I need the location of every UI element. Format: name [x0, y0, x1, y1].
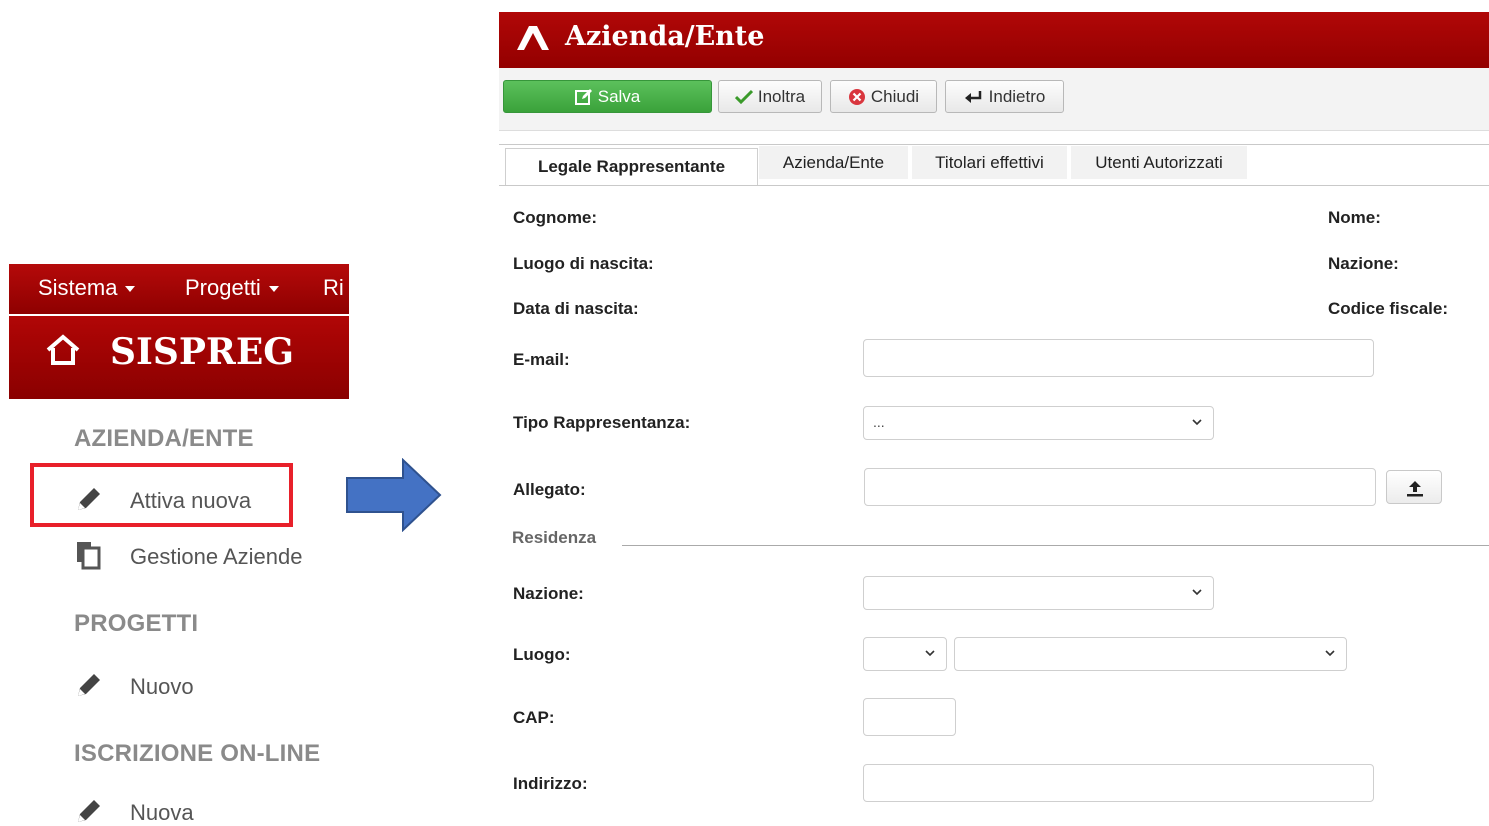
caret-down-icon — [125, 286, 136, 293]
forward-button[interactable]: Inoltra — [718, 80, 822, 113]
allegato-field[interactable] — [864, 468, 1376, 506]
close-label: Chiudi — [870, 86, 920, 106]
form-title: Azienda/Ente — [565, 21, 765, 52]
check-icon — [734, 89, 753, 104]
menu-progetti[interactable]: Progetti — [185, 275, 279, 301]
chevron-down-icon — [1192, 589, 1202, 596]
highlight-box — [30, 463, 293, 527]
label-email: E-mail: — [513, 350, 570, 369]
nav-nuova-label: Nuova — [130, 800, 194, 825]
tipo-rappresentanza-select[interactable]: ... — [863, 406, 1214, 440]
pencil-icon — [78, 800, 100, 822]
back-arrow-icon — [964, 90, 981, 103]
save-button[interactable]: Salva — [503, 80, 712, 113]
label-cognome: Cognome: — [513, 208, 598, 227]
nav-nuovo-label: Nuovo — [130, 674, 194, 699]
upload-icon — [1407, 481, 1423, 497]
section-progetti: PROGETTI — [74, 610, 199, 637]
caret-down-icon — [268, 286, 279, 293]
menu-progetti-label: Progetti — [185, 275, 261, 300]
label-nazione: Nazione: — [513, 584, 584, 603]
back-button[interactable]: Indietro — [945, 80, 1064, 113]
menu-truncated[interactable]: Ri — [323, 275, 344, 301]
back-label: Indietro — [988, 86, 1046, 106]
pencil-icon — [78, 674, 100, 696]
tipo-rappresentanza-value: ... — [873, 414, 885, 430]
menu-sistema[interactable]: Sistema — [38, 275, 136, 301]
nav-gestione-aziende-label: Gestione Aziende — [130, 544, 303, 569]
chevron-down-icon — [1192, 419, 1202, 426]
label-luogo-nascita: Luogo di nascita: — [513, 254, 654, 273]
close-button[interactable]: Chiudi — [830, 80, 937, 113]
label-tipo-rappresentanza: Tipo Rappresentanza: — [513, 413, 691, 432]
comune-select[interactable] — [954, 637, 1347, 671]
upload-button[interactable] — [1386, 470, 1442, 504]
forward-label: Inoltra — [757, 86, 806, 106]
section-azienda-ente: AZIENDA/ENTE — [74, 425, 254, 452]
divider — [622, 545, 1489, 546]
label-data-nascita: Data di nascita: — [513, 299, 639, 318]
top-navbar: Sistema Progetti Ri — [9, 264, 349, 314]
tab-legale-rappresentante[interactable]: Legale Rappresentante — [505, 148, 758, 185]
section-iscrizione-online: ISCRIZIONE ON-LINE — [74, 740, 321, 767]
label-allegato: Allegato: — [513, 480, 586, 499]
provincia-select[interactable] — [863, 637, 947, 671]
nazione-select[interactable] — [863, 576, 1214, 610]
chevron-down-icon — [1325, 650, 1335, 657]
section-residenza: Residenza — [512, 528, 597, 547]
arrow-right-icon — [346, 458, 442, 532]
form-header: Azienda/Ente — [499, 12, 1489, 68]
cap-field[interactable] — [863, 698, 956, 736]
label-indirizzo: Indirizzo: — [513, 774, 588, 793]
indirizzo-field[interactable] — [863, 764, 1374, 802]
logo-icon — [517, 26, 549, 50]
label-nome: Nome: — [1328, 208, 1381, 227]
tab-azienda-ente[interactable]: Azienda/Ente — [759, 146, 908, 179]
label-cap: CAP: — [513, 708, 555, 727]
copy-icon — [77, 542, 101, 570]
label-luogo: Luogo: — [513, 645, 571, 664]
tab-titolari-effettivi[interactable]: Titolari effettivi — [912, 146, 1067, 179]
brand-title[interactable]: SISPREG — [110, 331, 294, 373]
close-circle-icon — [848, 88, 865, 105]
menu-sistema-label: Sistema — [38, 275, 118, 300]
home-icon — [46, 334, 80, 365]
email-field[interactable] — [863, 339, 1374, 377]
edit-icon — [574, 88, 592, 105]
tab-utenti-autorizzati[interactable]: Utenti Autorizzati — [1071, 146, 1247, 179]
chevron-down-icon — [925, 650, 935, 657]
menu-truncated-label: Ri — [323, 275, 344, 300]
save-label: Salva — [597, 86, 641, 106]
label-nazione-nascita: Nazione: — [1328, 254, 1399, 273]
label-codice-fiscale: Codice fiscale: — [1328, 299, 1448, 318]
